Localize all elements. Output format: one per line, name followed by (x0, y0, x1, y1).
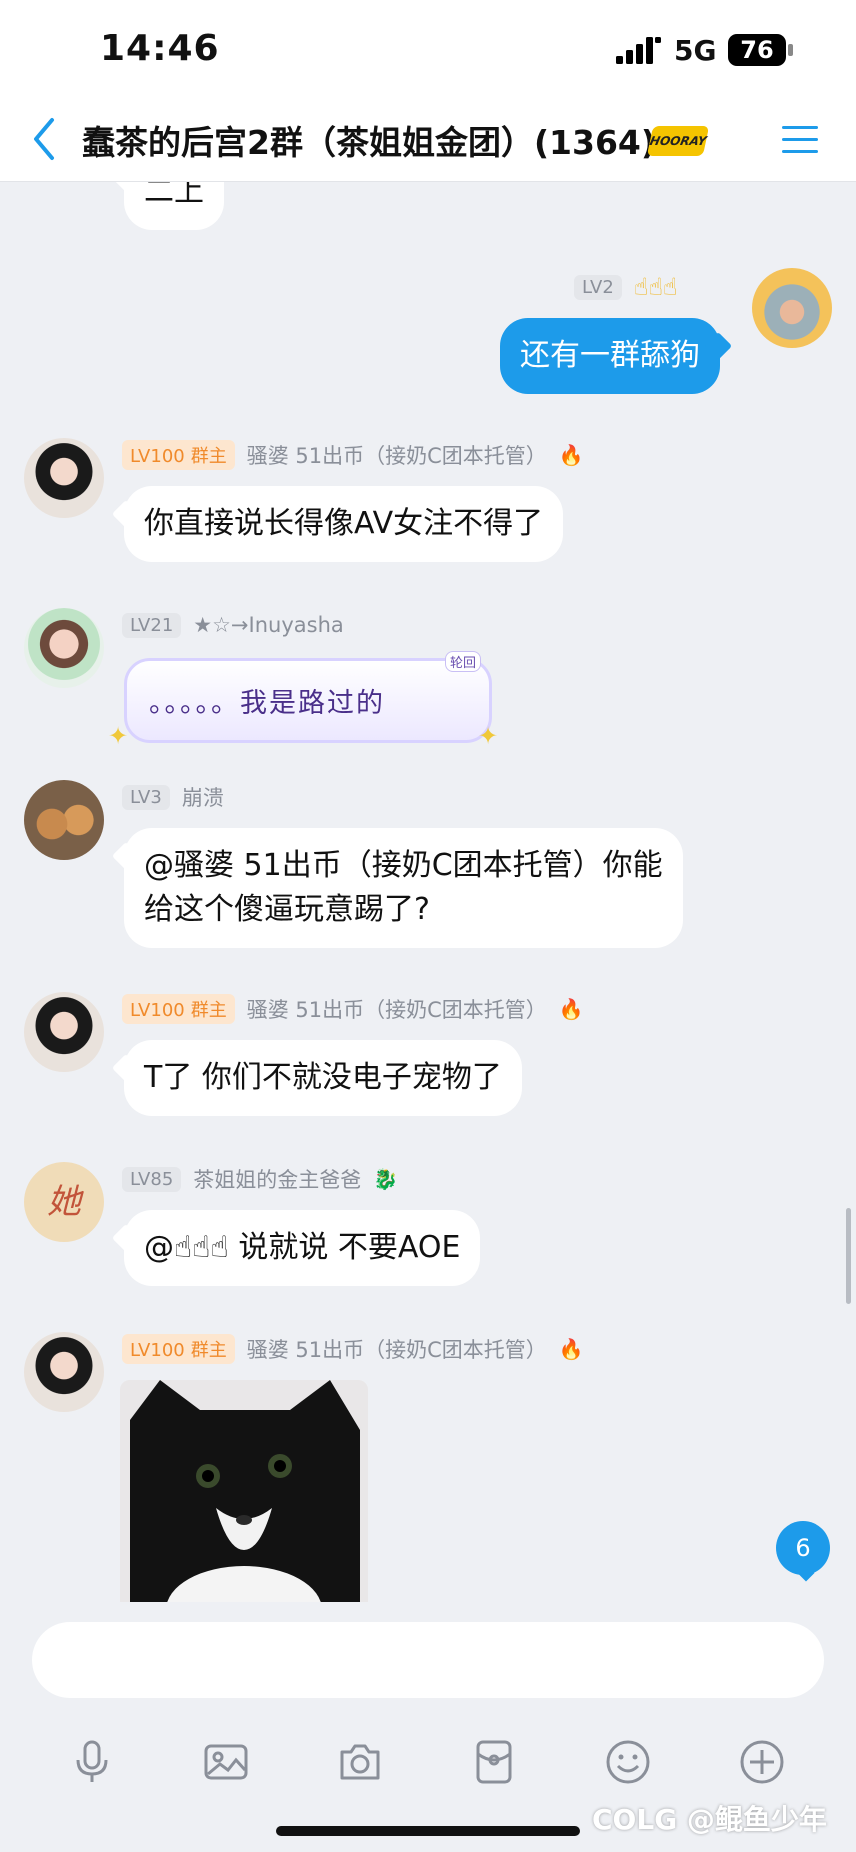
message-text-line: @骚婆 51出币（接奶C团本托管）你能 (144, 848, 663, 883)
level-badge: LV100 群主 (122, 994, 235, 1024)
plus-icon[interactable] (738, 1738, 786, 1786)
emoji-icon[interactable] (604, 1738, 652, 1786)
message-bubble-self[interactable]: 还有一群舔狗 (500, 318, 720, 394)
battery-indicator: 76 (728, 34, 786, 66)
red-packet-icon[interactable] (470, 1738, 518, 1786)
owner-role-tag: 群主 (190, 1340, 227, 1361)
signal-icon (616, 37, 661, 64)
cat-photo (120, 1380, 368, 1602)
image-icon[interactable] (202, 1738, 250, 1786)
message-text-line: 给这个傻逼玩意踢了? (144, 892, 430, 927)
level-badge: LV100 群主 (122, 440, 235, 470)
sender-name[interactable]: 骚婆 51出币（接奶C团本托管） (247, 994, 547, 1024)
microphone-icon[interactable] (68, 1738, 116, 1786)
sender-name: ☝☝☝ (633, 273, 678, 301)
owner-role-tag: 群主 (190, 1000, 227, 1021)
battery-cap-icon (788, 44, 793, 56)
watermark: COLG @鲲鱼少年 (592, 1803, 827, 1836)
message-text: @☝☝☝ 说就说 不要AOE (144, 1230, 461, 1265)
menu-icon[interactable] (780, 122, 820, 158)
message-meta: LV2 ☝☝☝ (574, 272, 678, 302)
level-badge: LV2 (574, 274, 622, 300)
star-decoration-icon: ✦ (478, 722, 499, 750)
sticker-icon: 🐉 (373, 1167, 399, 1191)
back-chevron-icon[interactable] (26, 114, 62, 164)
sender-name[interactable]: 崩溃 (182, 782, 224, 812)
input-bar: COLG @鲲鱼少年 (0, 1602, 856, 1852)
bubble-tag: 轮回 (444, 651, 481, 672)
group-title[interactable]: 蠢茶的后宫2群（茶姐姐金团）(1364) (82, 116, 656, 164)
decorated-message-bubble[interactable]: 。。。。。我是路过的 轮回 (124, 651, 492, 743)
message-thread[interactable]: 二上 LV2 ☝☝☝ 还有一群舔狗 LV100 群主 骚婆 51出币（接奶C团本托… (0, 182, 856, 1602)
avatar-sender[interactable] (24, 780, 104, 860)
message-text: 二上 (144, 182, 204, 209)
message-meta: LV100 群主 骚婆 51出币（接奶C团本托管） 🔥 (122, 994, 584, 1024)
message-bubble[interactable]: @☝☝☝ 说就说 不要AOE (124, 1210, 481, 1286)
image-message-cat[interactable] (120, 1380, 368, 1602)
chat-header: 蠢茶的后宫2群（茶姐姐金团）(1364) HOORAY (0, 100, 856, 182)
message-text: 还有一群舔狗 (520, 338, 700, 373)
thread-scrollbar[interactable] (846, 1208, 851, 1304)
camera-icon[interactable] (336, 1738, 384, 1786)
avatar-sender[interactable] (24, 438, 104, 518)
avatar-sender[interactable] (24, 608, 104, 688)
star-decoration-icon: ✦ (108, 722, 129, 750)
avatar-sender[interactable]: 她 (24, 1162, 104, 1242)
sender-name[interactable]: ★☆→Inuyasha (193, 613, 343, 637)
avatar-sender[interactable] (24, 1332, 104, 1412)
level-badge: LV100 群主 (122, 1334, 235, 1364)
message-text: T了 你们不就没电子宠物了 (144, 1060, 502, 1095)
sender-name[interactable]: 骚婆 51出币（接奶C团本托管） (247, 1334, 547, 1364)
unread-count-badge[interactable]: 6 (776, 1521, 830, 1575)
home-indicator[interactable] (276, 1826, 580, 1836)
network-type: 5G (674, 34, 717, 67)
status-time: 14:46 (100, 28, 220, 69)
message-meta: LV100 群主 骚婆 51出币（接奶C团本托管） 🔥 (122, 1334, 584, 1364)
level-badge: LV21 (122, 612, 182, 638)
fire-icon: 🔥 (558, 1337, 584, 1361)
sender-name[interactable]: 骚婆 51出币（接奶C团本托管） (247, 440, 547, 470)
message-bubble[interactable]: @骚婆 51出币（接奶C团本托管）你能 给这个傻逼玩意踢了? (124, 828, 683, 948)
level-badge: LV3 (122, 784, 170, 810)
message-bubble-partial[interactable]: 二上 (124, 182, 224, 230)
level-badge: LV85 (122, 1166, 182, 1192)
fire-icon: 🔥 (558, 997, 584, 1021)
message-bubble[interactable]: T了 你们不就没电子宠物了 (124, 1040, 522, 1116)
status-bar: 14:46 5G 76 (0, 0, 856, 100)
message-bubble[interactable]: 你直接说长得像AV女注不得了 (124, 486, 564, 562)
owner-role-tag: 群主 (190, 446, 227, 467)
message-text: 你直接说长得像AV女注不得了 (144, 506, 544, 541)
fire-icon: 🔥 (558, 443, 584, 467)
message-meta: LV100 群主 骚婆 51出币（接奶C团本托管） 🔥 (122, 440, 584, 470)
group-badge-icon: HOORAY (646, 126, 710, 156)
message-input[interactable] (32, 1622, 824, 1698)
sender-name[interactable]: 茶姐姐的金主爸爸 (193, 1164, 361, 1194)
avatar-self[interactable] (752, 268, 832, 348)
message-text: 。。。。。我是路过的 (149, 688, 385, 719)
message-meta: LV85 茶姐姐的金主爸爸 🐉 (122, 1164, 398, 1194)
message-meta: LV3 崩溃 (122, 782, 224, 812)
message-meta: LV21 ★☆→Inuyasha (122, 610, 344, 640)
avatar-sender[interactable] (24, 992, 104, 1072)
